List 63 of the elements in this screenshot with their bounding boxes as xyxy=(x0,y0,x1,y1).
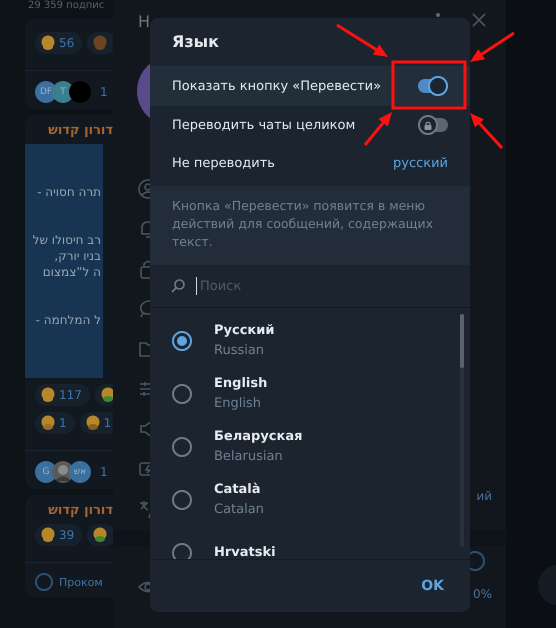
settings-row[interactable]: Показать кнопку «Перевести» xyxy=(150,66,470,106)
language-name: Русский xyxy=(214,322,274,340)
annotation-arrow xyxy=(470,113,504,150)
message-text: תרה חסויה - xyxy=(36,184,101,200)
language-english-name: Belarusian xyxy=(214,448,284,466)
emoji-icon xyxy=(40,527,56,543)
scale-value: 0% xyxy=(472,587,492,601)
settings-title: Н xyxy=(137,11,150,33)
annotation-arrow xyxy=(364,112,392,146)
emoji-icon xyxy=(92,527,108,543)
search-field[interactable]: Поиск xyxy=(196,277,400,295)
poll-option[interactable]: Проком xyxy=(59,576,103,588)
emoji-icon xyxy=(40,35,56,51)
option-label: Переводить чаты целиком xyxy=(172,118,356,132)
annotation-arrow xyxy=(336,24,388,57)
channel-subtitle: 29 359 подпис xyxy=(27,0,106,12)
language-option[interactable]: Беларуская Belarusian xyxy=(150,420,470,473)
language-english-name: Russian xyxy=(214,342,266,360)
radio-button[interactable] xyxy=(172,542,192,559)
avatar: אש xyxy=(69,461,91,483)
lock-icon xyxy=(424,120,432,130)
language-option[interactable]: Русский Russian xyxy=(150,314,470,367)
language-name: Беларуская xyxy=(214,428,302,446)
dialog-title: Язык xyxy=(172,32,219,52)
emoji-icon xyxy=(84,415,101,431)
viewer-count: 1 xyxy=(100,465,108,479)
toggle-switch[interactable] xyxy=(418,76,448,96)
settings-row[interactable]: Переводить чаты целиком xyxy=(150,106,470,144)
settings-row[interactable]: Не переводить русский xyxy=(150,144,470,182)
emoji-icon xyxy=(100,387,113,403)
more-icon[interactable] xyxy=(436,13,440,17)
language-option[interactable]: Català Catalan xyxy=(150,473,470,526)
close-icon[interactable] xyxy=(471,12,487,28)
author-name: דורון קדוש xyxy=(47,503,113,518)
emoji-icon xyxy=(92,35,108,51)
message-text: רב חיסולו של בניו יורק, ה ל”צמצום xyxy=(32,232,101,280)
emoji-icon xyxy=(40,415,56,431)
option-value[interactable]: русский xyxy=(393,156,448,170)
radio-button[interactable] xyxy=(172,490,192,510)
radio-button[interactable] xyxy=(172,436,192,456)
language-option[interactable]: English English xyxy=(150,367,470,420)
language-name: English xyxy=(214,374,268,392)
language-option[interactable]: Hrvatski xyxy=(150,526,470,559)
annotation-arrow xyxy=(470,32,515,62)
option-label: Показать кнопку «Перевести» xyxy=(172,78,382,94)
language-english-name: English xyxy=(214,394,262,412)
message-text: ל המלחמה - xyxy=(34,312,101,328)
radio-button[interactable] xyxy=(172,384,192,404)
language-english-name: Catalan xyxy=(214,500,264,518)
option-label: Не переводить xyxy=(172,156,275,170)
radio-button[interactable] xyxy=(172,330,192,350)
language-name: Català xyxy=(214,480,262,498)
toggle-switch[interactable] xyxy=(418,115,448,135)
emoji-icon xyxy=(40,387,56,403)
viewer-count: 1 xyxy=(100,85,108,99)
language-value: ий xyxy=(476,489,492,503)
author-name: דורון קדוש xyxy=(47,123,113,138)
ok-button[interactable]: OK xyxy=(419,572,446,600)
reaction-button[interactable] xyxy=(87,524,113,546)
search-icon xyxy=(170,278,186,294)
poll-radio[interactable] xyxy=(35,573,53,591)
info-text: Кнопка «Перевести» появится в меню действий для сообщений, содержащих текст. xyxy=(150,186,470,265)
language-name: Hrvatski xyxy=(214,544,276,559)
